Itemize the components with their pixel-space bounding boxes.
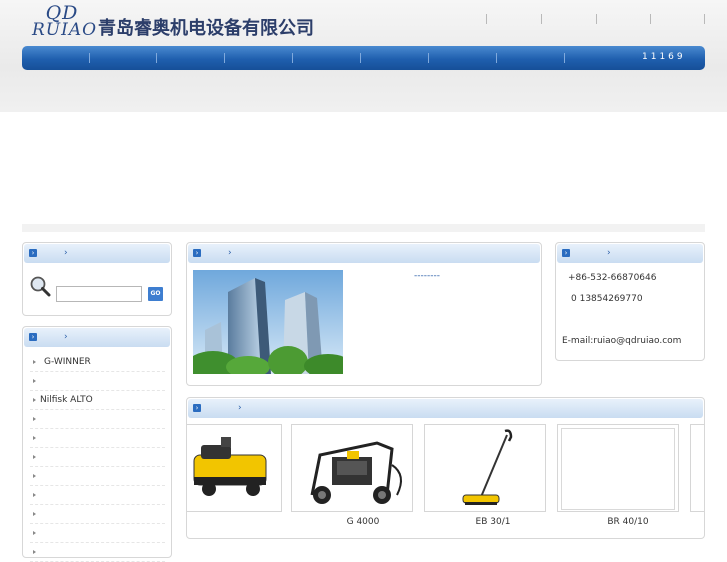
- top-link-divider: [650, 14, 651, 24]
- category-item[interactable]: [30, 467, 165, 486]
- panel-bullet-icon: ›: [193, 249, 201, 257]
- chevron-right-icon: ›: [64, 332, 68, 342]
- search-input[interactable]: [56, 286, 142, 302]
- triangle-bullet-icon: [33, 550, 36, 554]
- category-panel: › › G-WINNER Nilfisk ALTO: [22, 326, 172, 562]
- contact-panel: › › +86-532-66870646 0 13854269770 E-mai…: [555, 242, 705, 361]
- product-card[interactable]: [291, 424, 413, 512]
- category-panel-header: › ›: [24, 328, 170, 347]
- nav-phone: 11169: [642, 52, 686, 62]
- panel-bullet-icon: ›: [193, 404, 201, 412]
- panel-bullet-icon: ›: [29, 249, 37, 257]
- triangle-bullet-icon: [33, 379, 36, 383]
- about-more-link[interactable]: --------: [414, 271, 440, 281]
- contact-email[interactable]: E-mail:ruiao@qdruiao.com: [562, 336, 681, 346]
- triangle-bullet-icon: [33, 455, 36, 459]
- nav-divider: [156, 53, 157, 63]
- panel-bullet-icon: ›: [562, 249, 570, 257]
- chevron-right-icon: ›: [64, 248, 68, 258]
- nav-divider: [564, 53, 565, 63]
- pressure-washer-image: [292, 425, 412, 511]
- product-card[interactable]: [424, 424, 546, 512]
- main-nav: 11169: [22, 46, 705, 70]
- nav-divider: [224, 53, 225, 63]
- company-logo[interactable]: QD RUIAO: [32, 4, 98, 41]
- product-card[interactable]: [690, 424, 704, 512]
- chevron-right-icon: ›: [607, 248, 611, 258]
- category-item[interactable]: [30, 410, 165, 429]
- search-go-button[interactable]: GO: [148, 287, 163, 301]
- chevron-right-icon: ›: [228, 248, 232, 258]
- nav-divider: [496, 53, 497, 63]
- stick-sweeper-image: [425, 425, 545, 511]
- nav-divider: [89, 53, 90, 63]
- contact-mobile: 0 13854269770: [571, 294, 643, 304]
- magnifier-icon: [30, 276, 51, 297]
- products-panel: › › G 4000 EB 30/1 BR 40/10: [186, 397, 705, 539]
- category-item[interactable]: Nilfisk ALTO: [30, 391, 165, 410]
- category-item[interactable]: [30, 505, 165, 524]
- category-item[interactable]: [30, 524, 165, 543]
- nav-divider: [428, 53, 429, 63]
- company-name: 青岛睿奥机电设备有限公司: [98, 18, 314, 39]
- category-item[interactable]: [30, 429, 165, 448]
- search-panel: › › GO: [22, 242, 172, 316]
- category-label: G-WINNER: [44, 357, 91, 367]
- category-item[interactable]: [30, 372, 165, 391]
- top-link-divider: [596, 14, 597, 24]
- triangle-bullet-icon: [33, 398, 36, 402]
- top-link-divider: [704, 14, 705, 24]
- banner-divider: [22, 224, 705, 232]
- ride-on-sweeper-image: [187, 425, 281, 511]
- panel-bullet-icon: ›: [29, 333, 37, 341]
- product-card[interactable]: [187, 424, 282, 512]
- category-label: Nilfisk ALTO: [40, 395, 93, 405]
- product-label[interactable]: BR 40/10: [568, 517, 688, 527]
- category-item[interactable]: G-WINNER: [30, 353, 165, 372]
- triangle-bullet-icon: [33, 531, 36, 535]
- nav-divider: [360, 53, 361, 63]
- top-link-divider: [486, 14, 487, 24]
- scrubber-image: [561, 428, 675, 510]
- product-card[interactable]: [557, 424, 679, 512]
- contact-phone: +86-532-66870646: [568, 273, 657, 283]
- company-building-image: [193, 270, 343, 374]
- triangle-bullet-icon: [33, 436, 36, 440]
- category-item[interactable]: [30, 543, 165, 562]
- about-panel-header: › ›: [188, 244, 540, 263]
- triangle-bullet-icon: [33, 512, 36, 516]
- triangle-bullet-icon: [33, 493, 36, 497]
- category-item[interactable]: [30, 448, 165, 467]
- search-panel-header: › ›: [24, 244, 170, 263]
- contact-panel-header: › ›: [557, 244, 703, 263]
- logo-text-bottom: RUIAO: [32, 20, 98, 40]
- triangle-bullet-icon: [33, 360, 36, 364]
- top-link-divider: [541, 14, 542, 24]
- products-panel-header: › ›: [188, 399, 703, 418]
- category-list: G-WINNER Nilfisk ALTO: [30, 353, 165, 562]
- chevron-right-icon: ›: [238, 403, 242, 413]
- nav-divider: [292, 53, 293, 63]
- triangle-bullet-icon: [33, 417, 36, 421]
- category-item[interactable]: [30, 486, 165, 505]
- about-panel: › › --------: [186, 242, 542, 386]
- product-label[interactable]: G 4000: [303, 517, 423, 527]
- product-label[interactable]: EB 30/1: [433, 517, 553, 527]
- triangle-bullet-icon: [33, 474, 36, 478]
